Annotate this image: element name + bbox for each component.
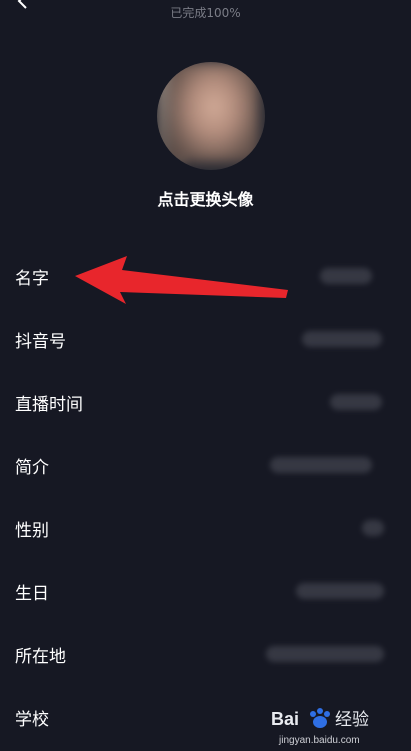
- svg-text:经验: 经验: [335, 710, 369, 730]
- field-label: 所在地: [15, 647, 66, 667]
- field-row-birthday[interactable]: 生日: [0, 561, 411, 624]
- field-value-redacted: [362, 520, 384, 536]
- field-label: 直播时间: [15, 395, 83, 415]
- baidu-jingyan-logo: Bai 经验: [271, 708, 369, 730]
- field-label: 名字: [15, 269, 49, 289]
- field-row-gender[interactable]: 性别: [0, 498, 411, 561]
- field-label: 学校: [15, 710, 49, 730]
- profile-field-list: 名字 抖音号 直播时间 简介 性别 生日 所在地 学校: [0, 246, 411, 750]
- field-label: 抖音号: [15, 332, 66, 352]
- profile-completion-text: 已完成100%: [170, 6, 241, 20]
- field-row-location[interactable]: 所在地: [0, 624, 411, 687]
- field-label: 性别: [15, 521, 49, 541]
- field-row-live-time[interactable]: 直播时间: [0, 372, 411, 435]
- field-row-name[interactable]: 名字: [0, 246, 411, 309]
- field-value-redacted: [320, 268, 372, 284]
- field-value-redacted: [270, 457, 372, 473]
- baidu-watermark: Bai 经验 jingyan.baidu.com: [271, 703, 401, 747]
- field-row-bio[interactable]: 简介: [0, 435, 411, 498]
- avatar[interactable]: [157, 62, 265, 170]
- top-bar: 已完成100%: [0, 0, 411, 24]
- field-label: 简介: [15, 458, 49, 478]
- watermark-url: jingyan.baidu.com: [279, 735, 360, 746]
- svg-text:Bai: Bai: [271, 709, 299, 729]
- field-value-redacted: [296, 583, 384, 599]
- avatar-photo: [169, 62, 259, 162]
- field-label: 生日: [15, 584, 49, 604]
- change-avatar-button[interactable]: 点击更换头像: [0, 186, 411, 210]
- field-row-douyin-id[interactable]: 抖音号: [0, 309, 411, 372]
- field-value-redacted: [266, 646, 384, 662]
- field-value-redacted: [302, 331, 382, 347]
- field-value-redacted: [330, 394, 382, 410]
